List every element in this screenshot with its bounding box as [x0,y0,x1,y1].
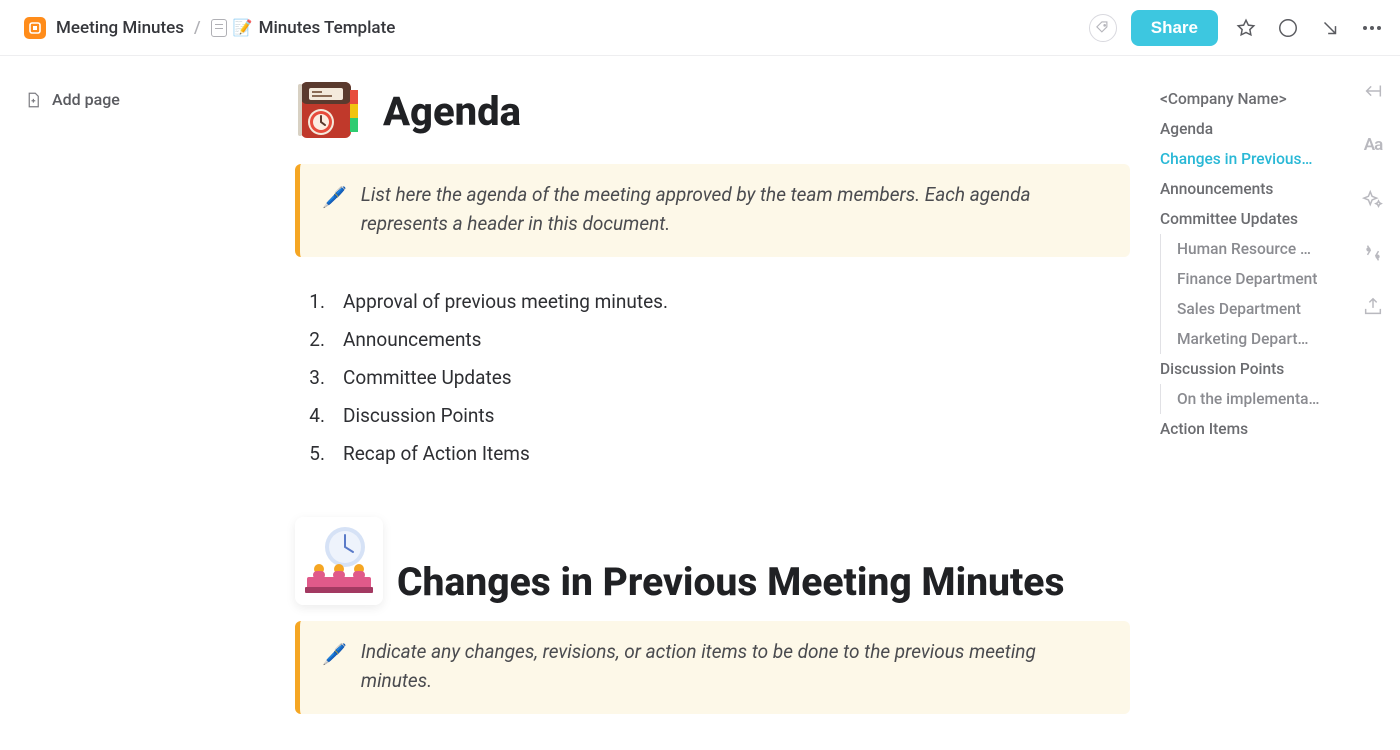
ai-button[interactable] [1360,186,1386,212]
settings-button[interactable] [1360,240,1386,266]
outline-item[interactable]: Action Items [1160,414,1350,444]
list-item: 1.Approval of previous meeting minutes. [307,283,1130,321]
page-icon [211,19,227,37]
section-changes: Changes in Previous Meeting Minutes 🖊️ I… [295,517,1130,714]
list-item: 4.Discussion Points [307,397,1130,435]
typography-button[interactable]: Aa [1360,132,1386,158]
workspace-icon [24,17,46,39]
top-actions: Share [1089,10,1386,46]
pen-icon: 🖊️ [322,639,347,670]
export-button[interactable] [1360,294,1386,320]
outline-item[interactable]: Changes in Previous… [1160,144,1350,174]
outline-panel: <Company Name> Agenda Changes in Previou… [1160,84,1350,444]
left-rail: Add page [0,56,250,750]
outline-item[interactable]: Agenda [1160,114,1350,144]
outline-item[interactable]: Discussion Points [1160,354,1350,384]
agenda-icon [295,76,365,146]
outline-item[interactable]: Human Resource … [1160,234,1350,264]
agenda-callout-text: List here the agenda of the meeting appr… [361,180,1108,239]
outline-item[interactable]: Sales Department [1160,294,1350,324]
agenda-title: Agenda [383,88,521,135]
breadcrumb-separator: / [194,18,201,38]
outline-item[interactable]: Committee Updates [1160,204,1350,234]
page-body: Add page [0,56,1400,750]
list-item: 3.Committee Updates [307,359,1130,397]
tool-rail: Aa [1360,78,1386,320]
memo-icon: 📝 [233,18,253,37]
comments-button[interactable] [1274,14,1302,42]
tags-button[interactable] [1089,14,1117,42]
favorite-button[interactable] [1232,14,1260,42]
section-agenda: Agenda 🖊️ List here the agenda of the me… [295,76,1130,473]
top-bar: Meeting Minutes / 📝 Minutes Template Sha… [0,0,1400,56]
collapse-icon[interactable] [1360,78,1386,104]
list-item: 5.Recap of Action Items [307,435,1130,473]
changes-callout-text: Indicate any changes, revisions, or acti… [361,637,1108,696]
breadcrumb-page: Minutes Template [259,18,396,38]
breadcrumb-page-chip[interactable]: 📝 Minutes Template [211,18,396,38]
share-button[interactable]: Share [1131,10,1218,46]
changes-callout: 🖊️ Indicate any changes, revisions, or a… [295,621,1130,714]
pen-icon: 🖊️ [322,182,347,213]
outline-item[interactable]: On the implementa… [1160,384,1350,414]
outline-item[interactable]: Finance Department [1160,264,1350,294]
outline-item[interactable]: <Company Name> [1160,84,1350,114]
more-button[interactable] [1358,14,1386,42]
agenda-callout: 🖊️ List here the agenda of the meeting a… [295,164,1130,257]
breadcrumb-workspace[interactable]: Meeting Minutes [56,18,184,38]
outline-item[interactable]: Marketing Depart… [1160,324,1350,354]
breadcrumb: Meeting Minutes / 📝 Minutes Template [24,17,395,39]
list-item: 2.Announcements [307,321,1130,359]
add-page-label: Add page [52,90,120,109]
changes-icon [295,517,383,605]
outline-item[interactable]: Announcements [1160,174,1350,204]
agenda-list: 1.Approval of previous meeting minutes. … [307,283,1130,473]
download-button[interactable] [1316,14,1344,42]
document: Agenda 🖊️ List here the agenda of the me… [250,56,1130,750]
add-page-button[interactable]: Add page [24,90,250,109]
changes-title: Changes in Previous Meeting Minutes [397,559,1064,605]
